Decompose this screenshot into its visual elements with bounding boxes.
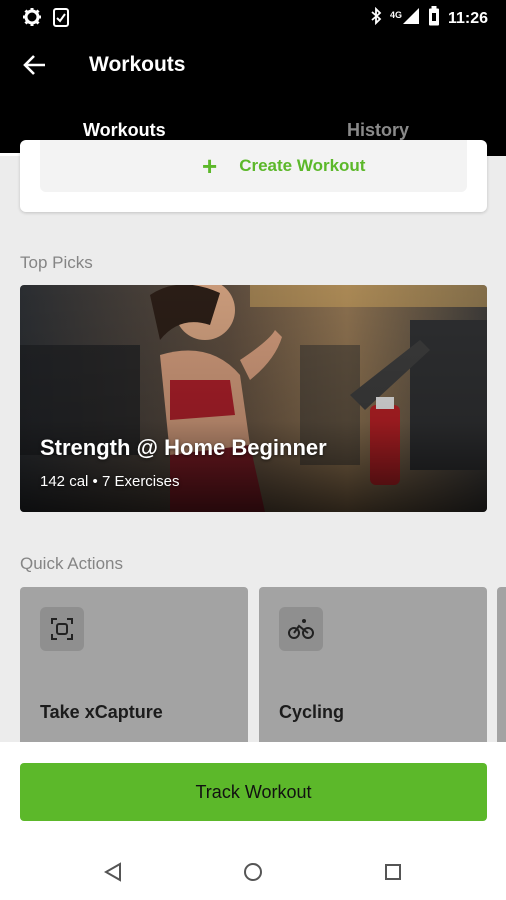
nav-home-icon[interactable]	[238, 857, 268, 887]
create-workout-card: + Create Workout	[20, 140, 487, 212]
system-nav-bar	[0, 842, 506, 900]
plus-icon: +	[202, 151, 218, 181]
quick-action-label: Take xCapture	[40, 702, 163, 722]
nav-back-icon[interactable]	[98, 857, 128, 887]
create-workout-label: Create Workout	[239, 156, 366, 175]
quick-action-next-peek[interactable]	[497, 587, 506, 747]
top-pick-subtitle: 142 cal • 7 Exercises	[40, 473, 180, 490]
gear-icon	[22, 7, 42, 32]
battery-icon	[428, 6, 440, 31]
create-workout-button[interactable]: + Create Workout	[40, 140, 467, 192]
bluetooth-icon	[370, 6, 382, 30]
signal-icon	[402, 7, 420, 30]
top-pick-card[interactable]: Strength @ Home Beginner 142 cal • 7 Exe…	[20, 285, 487, 512]
page-title: Workouts	[89, 53, 186, 76]
track-workout-button[interactable]: Track Workout	[20, 763, 487, 821]
tab-workouts[interactable]: Workouts	[83, 120, 166, 141]
status-time: 11:26	[447, 9, 488, 27]
nav-recents-icon[interactable]	[378, 857, 408, 887]
quick-action-label: Cycling	[279, 702, 345, 722]
clipboard-check-icon	[52, 7, 70, 32]
network-label: 4G	[389, 9, 402, 20]
status-bar: 4G 11:26	[0, 0, 506, 32]
tab-history[interactable]: History	[347, 120, 409, 141]
quick-actions-title: Quick Actions	[20, 554, 123, 573]
capture-frame-icon	[40, 607, 84, 651]
bottom-panel: Track Workout	[0, 742, 506, 900]
arrow-left-icon[interactable]	[22, 52, 48, 78]
quick-action-xcapture[interactable]: Take xCapture	[20, 587, 248, 747]
top-pick-title: Strength @ Home Beginner	[40, 435, 327, 460]
bicycle-icon	[279, 607, 323, 651]
top-picks-title: Top Picks	[20, 253, 93, 272]
app-bar: Workouts Workouts History	[0, 32, 506, 156]
quick-action-cycling[interactable]: Cycling	[259, 587, 487, 747]
